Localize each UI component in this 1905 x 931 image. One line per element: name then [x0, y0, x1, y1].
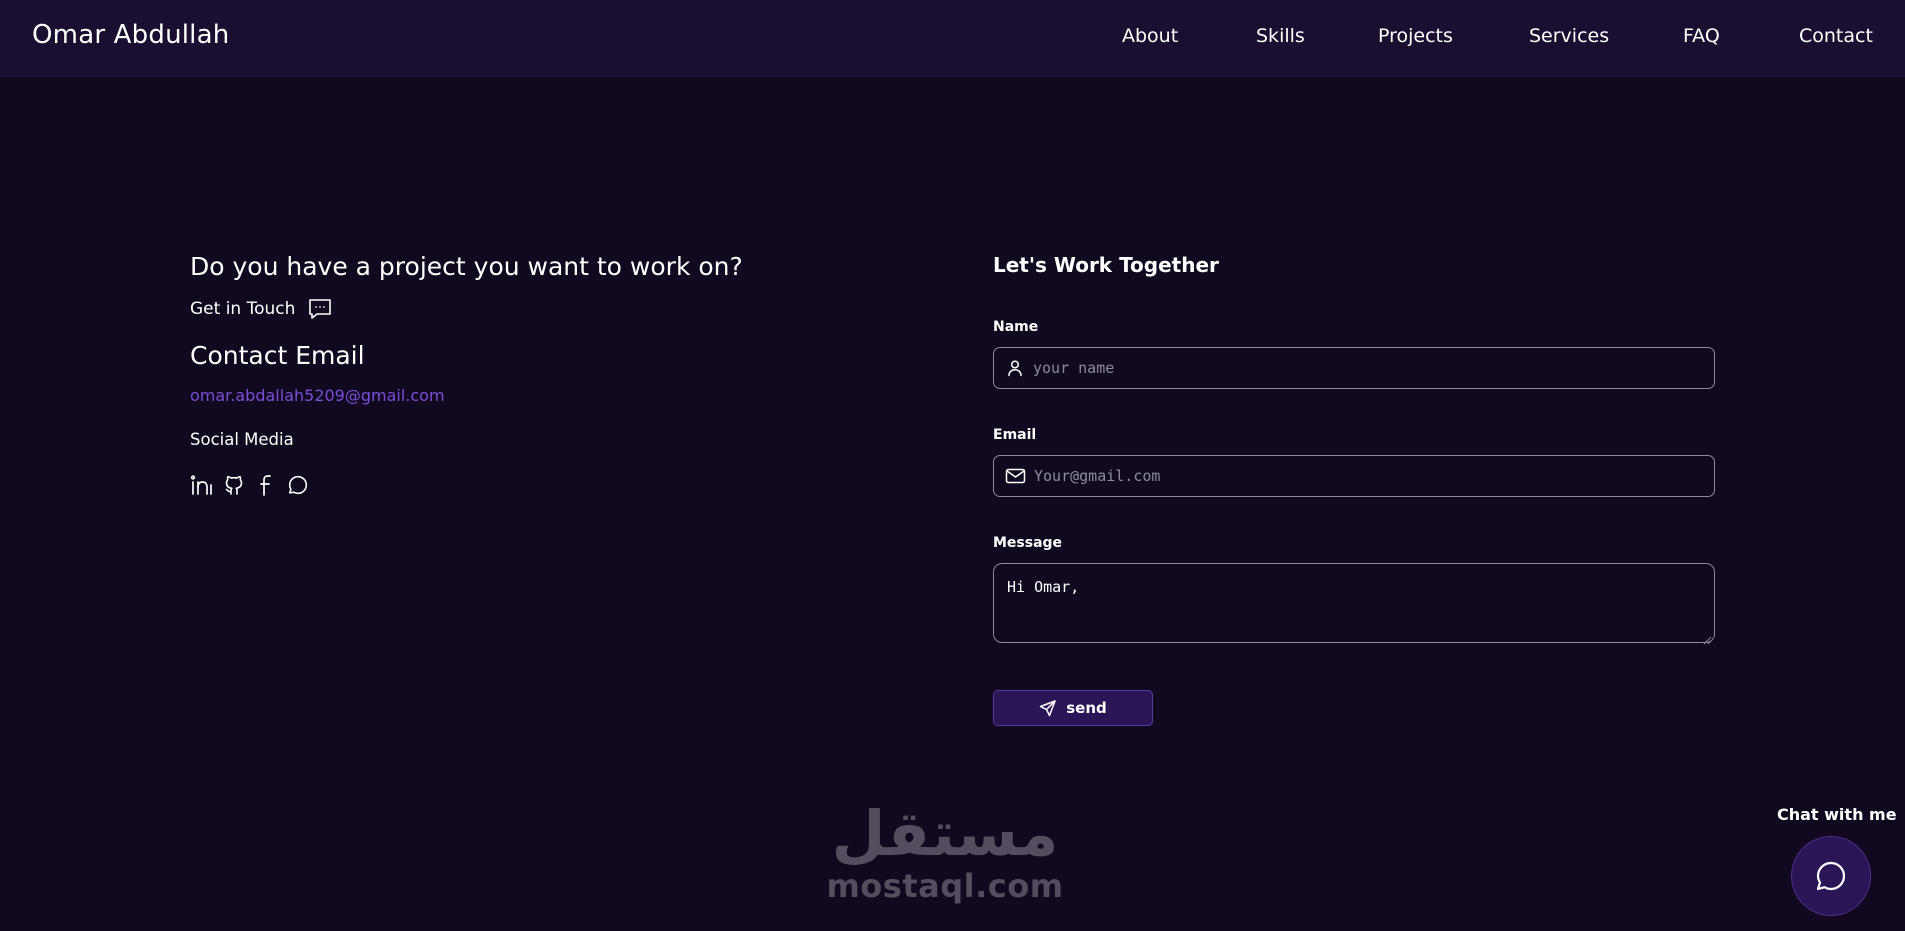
watermark-latin: mostaql.com [826, 867, 1064, 905]
email-field[interactable] [993, 455, 1715, 497]
contact-headline: Do you have a project you want to work o… [190, 252, 743, 281]
chat-button[interactable] [1791, 836, 1871, 916]
get-in-touch-label: Get in Touch [190, 299, 296, 319]
send-button[interactable]: send [993, 690, 1153, 726]
facebook-icon[interactable] [254, 473, 278, 497]
name-field[interactable] [993, 347, 1715, 389]
send-icon [1039, 699, 1057, 717]
nav-contact[interactable]: Contact [1799, 25, 1873, 47]
message-field[interactable]: Hi Omar, [993, 563, 1715, 645]
linkedin-icon[interactable] [190, 473, 214, 497]
resize-handle-icon[interactable] [1702, 630, 1712, 645]
top-navbar: Omar Abdullah About Skills Projects Serv… [0, 0, 1905, 77]
email-label: Email [993, 427, 1037, 443]
nav-services[interactable]: Services [1529, 25, 1609, 47]
name-label: Name [993, 319, 1039, 335]
watermark-arabic: مستقل [831, 797, 1059, 870]
nav-faq[interactable]: FAQ [1683, 25, 1720, 47]
social-icons-row [190, 472, 310, 498]
message-textarea[interactable]: Hi Omar, [994, 564, 1714, 642]
email-link[interactable]: omar.abdallah5209@gmail.com [190, 386, 445, 405]
chat-label: Chat with me [1777, 805, 1897, 824]
get-in-touch-row: Get in Touch [190, 296, 333, 322]
brand-logo[interactable]: Omar Abdullah [32, 20, 229, 50]
message-label: Message [993, 535, 1063, 551]
send-label: send [1066, 699, 1107, 717]
nav-projects[interactable]: Projects [1378, 25, 1453, 47]
chat-bubble-icon [1813, 858, 1849, 894]
social-media-title: Social Media [190, 430, 294, 449]
github-icon[interactable] [222, 473, 246, 497]
mail-icon [1005, 466, 1026, 486]
user-icon [1005, 358, 1025, 378]
email-input[interactable] [1034, 456, 1714, 496]
nav-skills[interactable]: Skills [1256, 25, 1305, 47]
nav-about[interactable]: About [1122, 25, 1178, 47]
message-square-icon [307, 297, 333, 321]
contact-email-title: Contact Email [190, 341, 365, 370]
mostaql-watermark: مستقل mostaql.com [820, 800, 1070, 915]
name-input[interactable] [1033, 348, 1714, 388]
form-title: Let's Work Together [993, 253, 1219, 277]
whatsapp-icon[interactable] [286, 473, 310, 497]
